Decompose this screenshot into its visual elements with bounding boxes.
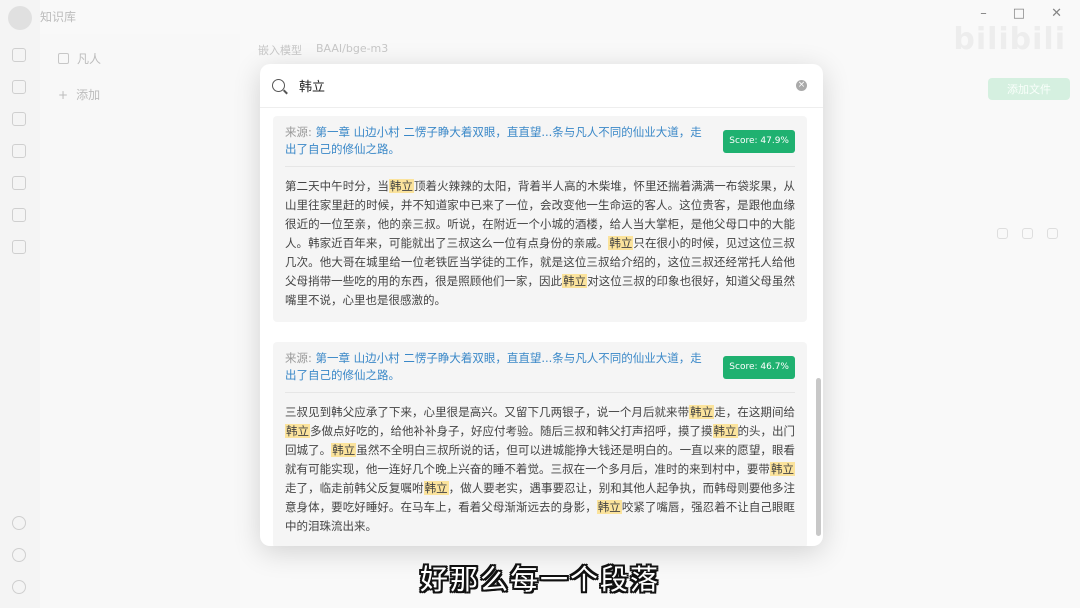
keyword-highlight: 韩立	[562, 274, 588, 288]
keyword-highlight: 韩立	[608, 236, 634, 250]
score-badge: Score: 47.9%	[723, 130, 795, 153]
source-link[interactable]: 第一章 山边小村 二愣子睁大着双眼，直直望...条与凡人不同的仙业大道，走出了自…	[285, 125, 702, 156]
keyword-highlight: 韩立	[423, 481, 449, 495]
result-card[interactable]: 来源: 第一章 山边小村 二愣子睁大着双眼，直直望...条与凡人不同的仙业大道，…	[273, 342, 807, 546]
keyword-highlight: 韩立	[596, 500, 622, 514]
keyword-highlight: 韩立	[388, 179, 415, 193]
keyword-highlight: 韩立	[712, 424, 738, 438]
keyword-highlight: 韩立	[689, 405, 715, 419]
text-segment: 走，在这期间给	[714, 405, 795, 419]
result-source: 来源: 第一章 山边小村 二愣子睁大着双眼，直直望...条与凡人不同的仙业大道，…	[285, 350, 795, 393]
score-badge: Score: 46.7%	[723, 356, 795, 379]
source-label: 来源:	[285, 125, 316, 139]
text-segment: 第二天中午时分，当	[285, 179, 389, 193]
text-segment: 三叔见到韩父应承了下来，心里很是高兴。又留下几两银子，说一个月后就来带	[285, 405, 690, 419]
clear-icon[interactable]: ×	[796, 80, 807, 91]
keyword-highlight: 韩立	[331, 443, 357, 457]
result-source: 来源: 第一章 山边小村 二愣子睁大着双眼，直直望...条与凡人不同的仙业大道，…	[285, 124, 795, 167]
search-icon	[272, 79, 285, 92]
search-input[interactable]	[299, 78, 759, 93]
text-segment: 多做点好吃的，给他补补身子，好应付考验。随后三叔和韩父打声招呼，摸了摸	[310, 424, 713, 438]
search-bar: ×	[260, 64, 823, 108]
result-text: 第二天中午时分，当韩立顶着火辣辣的太阳，背着半人高的木柴堆，怀里还揣着满满一布袋…	[285, 177, 795, 310]
source-link[interactable]: 第一章 山边小村 二愣子睁大着双眼，直直望...条与凡人不同的仙业大道，走出了自…	[285, 351, 702, 382]
keyword-highlight: 韩立	[769, 462, 795, 476]
scrollbar[interactable]	[816, 378, 821, 536]
source-label: 来源:	[285, 351, 316, 365]
result-card[interactable]: 来源: 第一章 山边小村 二愣子睁大着双眼，直直望...条与凡人不同的仙业大道，…	[273, 116, 807, 322]
keyword-highlight: 韩立	[285, 424, 310, 438]
result-text: 三叔见到韩父应承了下来，心里很是高兴。又留下几两银子，说一个月后就来带韩立走，在…	[285, 403, 795, 536]
text-segment: 走了，临走前韩父反复嘱咐	[285, 481, 424, 495]
video-subtitle: 好那么每一个段落	[419, 563, 660, 596]
search-modal: × 来源: 第一章 山边小村 二愣子睁大着双眼，直直望...条与凡人不同的仙业大…	[260, 64, 823, 546]
text-segment: 虽然不全明白三叔所说的话，但可以进城能挣大钱还是明白的。一直以来的愿望，眼看就有…	[285, 443, 795, 476]
results-list: 来源: 第一章 山边小村 二愣子睁大着双眼，直直望...条与凡人不同的仙业大道，…	[260, 108, 823, 546]
